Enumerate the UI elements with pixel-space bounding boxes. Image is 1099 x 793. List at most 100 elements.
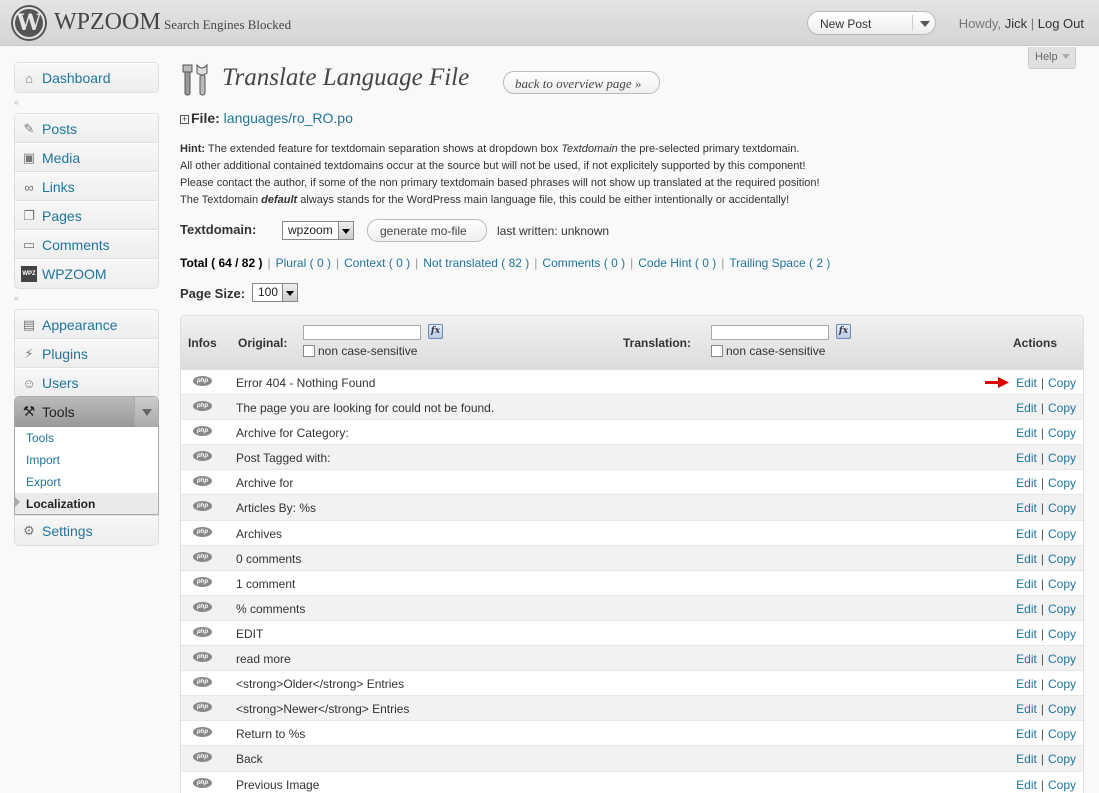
php-source-icon[interactable]: php	[193, 476, 212, 487]
edit-link[interactable]: Edit	[1016, 702, 1037, 716]
sidebar-item-settings[interactable]: ⚙ Settings	[15, 516, 158, 545]
user-link[interactable]: Jick	[1005, 16, 1027, 31]
filter-comments[interactable]: Comments ( 0 )	[542, 256, 625, 270]
sidebar-item-plugins[interactable]: ⚡ Plugins	[15, 339, 158, 368]
edit-link[interactable]: Edit	[1016, 451, 1037, 465]
copy-link[interactable]: Copy	[1048, 677, 1076, 691]
expand-icon[interactable]: +	[180, 115, 189, 124]
edit-link[interactable]: Edit	[1016, 552, 1037, 566]
php-source-icon[interactable]: php	[193, 727, 212, 738]
new-post-dropdown[interactable]: New Post	[807, 11, 936, 35]
php-source-icon[interactable]: php	[193, 451, 212, 462]
filter-not-translated[interactable]: Not translated ( 82 )	[423, 256, 529, 270]
sidebar-item-dashboard[interactable]: ⌂ Dashboard	[15, 63, 158, 92]
copy-link[interactable]: Copy	[1048, 501, 1076, 515]
submenu-item-tools[interactable]: Tools	[15, 427, 158, 449]
php-source-icon[interactable]: php	[193, 526, 212, 537]
copy-link[interactable]: Copy	[1048, 702, 1076, 716]
wordpress-logo-icon[interactable]: W	[13, 7, 45, 39]
edit-link[interactable]: Edit	[1016, 652, 1037, 666]
copy-link[interactable]: Copy	[1048, 426, 1076, 440]
dashboard-icon: ⌂	[25, 70, 33, 86]
edit-link[interactable]: Edit	[1016, 501, 1037, 515]
edit-link[interactable]: Edit	[1016, 602, 1037, 616]
edit-link[interactable]: Edit	[1016, 677, 1037, 691]
php-source-icon[interactable]: php	[193, 777, 212, 788]
site-title[interactable]: WPZOOM	[54, 9, 161, 36]
file-path-link[interactable]: languages/ro_RO.po	[224, 110, 353, 126]
sidebar-item-comments[interactable]: ▭ Comments	[15, 230, 158, 259]
copy-link[interactable]: Copy	[1048, 577, 1076, 591]
edit-link[interactable]: Edit	[1016, 778, 1037, 792]
php-source-icon[interactable]: php	[193, 626, 212, 637]
edit-link[interactable]: Edit	[1016, 527, 1037, 541]
copy-link[interactable]: Copy	[1048, 727, 1076, 741]
filter-total[interactable]: Total ( 64 / 82 )	[180, 256, 262, 270]
php-source-icon[interactable]: php	[193, 401, 212, 412]
edit-link[interactable]: Edit	[1016, 426, 1037, 440]
php-source-icon[interactable]: php	[193, 652, 212, 663]
edit-link[interactable]: Edit	[1016, 376, 1037, 390]
php-source-icon[interactable]: php	[193, 677, 212, 688]
php-source-icon[interactable]: php	[193, 601, 212, 612]
sidebar-item-links[interactable]: ∞ Links	[15, 172, 158, 201]
filter-plural[interactable]: Plural ( 0 )	[276, 256, 331, 270]
edit-link[interactable]: Edit	[1016, 727, 1037, 741]
copy-link[interactable]: Copy	[1048, 401, 1076, 415]
help-tab[interactable]: Help	[1028, 47, 1076, 69]
checkbox[interactable]	[711, 345, 723, 357]
php-source-icon[interactable]: php	[193, 501, 212, 512]
php-source-icon[interactable]: php	[193, 551, 212, 562]
translation-case-checkbox[interactable]: non case-sensitive	[711, 344, 825, 358]
filter-code-hint[interactable]: Code Hint ( 0 )	[638, 256, 716, 270]
submenu-toggle[interactable]	[134, 397, 158, 427]
menu-collapse-icon[interactable]: «	[14, 98, 24, 107]
generate-mo-file-button[interactable]: generate mo-file	[367, 219, 487, 242]
php-source-icon[interactable]: php	[193, 376, 212, 386]
submenu-item-localization[interactable]: Localization	[15, 493, 158, 514]
sidebar-item-appearance[interactable]: ▤ Appearance	[15, 310, 158, 339]
submenu-item-import[interactable]: Import	[15, 449, 158, 471]
sidebar-item-users[interactable]: ☺ Users	[15, 368, 158, 397]
php-source-icon[interactable]: php	[193, 702, 212, 713]
copy-link[interactable]: Copy	[1048, 652, 1076, 666]
copy-link[interactable]: Copy	[1048, 602, 1076, 616]
php-source-icon[interactable]: php	[193, 752, 212, 763]
translation-search-input[interactable]	[711, 325, 829, 340]
edit-link[interactable]: Edit	[1016, 627, 1037, 641]
copy-link[interactable]: Copy	[1048, 552, 1076, 566]
edit-link[interactable]: Edit	[1016, 752, 1037, 766]
copy-link[interactable]: Copy	[1048, 476, 1076, 490]
menu-collapse-icon[interactable]: «	[14, 294, 24, 303]
copy-link[interactable]: Copy	[1048, 451, 1076, 465]
sidebar-item-pages[interactable]: ❐ Pages	[15, 201, 158, 230]
back-to-overview-button[interactable]: back to overview page »	[503, 71, 660, 94]
edit-link[interactable]: Edit	[1016, 476, 1037, 490]
submenu-item-export[interactable]: Export	[15, 471, 158, 493]
hint-text-part: The Textdomain	[180, 194, 262, 206]
filter-trailing-space[interactable]: Trailing Space ( 2 )	[729, 256, 830, 270]
edit-link[interactable]: Edit	[1016, 401, 1037, 415]
sidebar-item-tools[interactable]: ⚒ Tools	[15, 397, 158, 427]
copy-link[interactable]: Copy	[1048, 778, 1076, 792]
php-source-icon[interactable]: php	[193, 576, 212, 587]
copy-link[interactable]: Copy	[1048, 527, 1076, 541]
page-size-select[interactable]: 100	[252, 283, 298, 302]
sidebar-item-posts[interactable]: ✎ Posts	[15, 114, 158, 143]
copy-link[interactable]: Copy	[1048, 376, 1076, 390]
edit-link[interactable]: Edit	[1016, 577, 1037, 591]
php-source-icon[interactable]: php	[193, 426, 212, 437]
copy-link[interactable]: Copy	[1048, 752, 1076, 766]
textdomain-select[interactable]: wpzoom	[282, 221, 354, 240]
function-icon[interactable]: fx	[836, 324, 851, 339]
original-search-input[interactable]	[303, 325, 421, 340]
chevron-down-icon[interactable]	[920, 21, 930, 27]
logout-link[interactable]: Log Out	[1038, 16, 1084, 31]
sidebar-item-wpzoom[interactable]: WPZ WPZOOM	[15, 259, 158, 288]
function-icon[interactable]: fx	[428, 324, 443, 339]
original-case-checkbox[interactable]: non case-sensitive	[303, 344, 417, 358]
filter-context[interactable]: Context ( 0 )	[344, 256, 410, 270]
sidebar-item-media[interactable]: ▣ Media	[15, 143, 158, 172]
checkbox[interactable]	[303, 345, 315, 357]
copy-link[interactable]: Copy	[1048, 627, 1076, 641]
